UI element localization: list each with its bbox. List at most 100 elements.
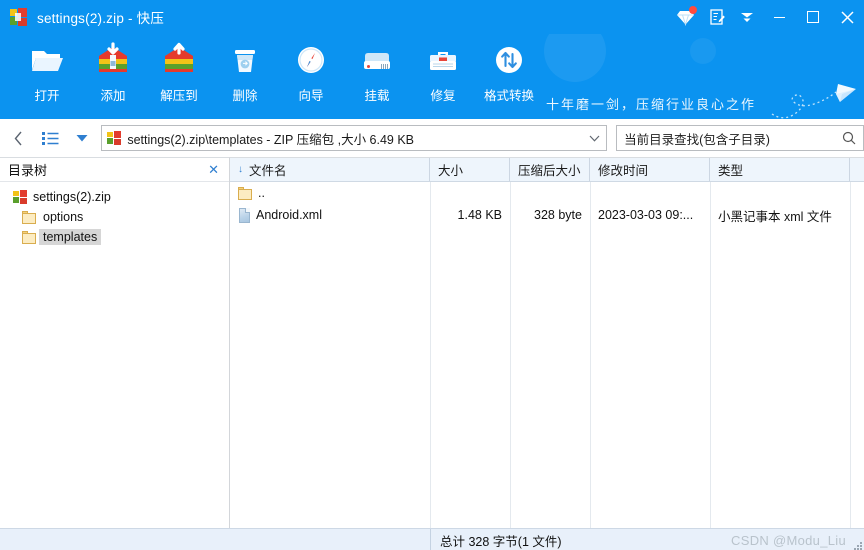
- tree-node-options[interactable]: options: [0, 207, 229, 227]
- cell-modified-time: 2023-03-03 09:...: [598, 208, 694, 222]
- search-input[interactable]: 当前目录查找(包含子目录): [616, 125, 864, 151]
- table-row[interactable]: Android.xml 1.48 KB 328 byte 2023-03-03 …: [230, 204, 864, 226]
- zip-archive-icon: [13, 190, 27, 204]
- cell-name: Android.xml: [230, 204, 430, 226]
- mount-disk-icon: [357, 40, 397, 80]
- column-divider: [510, 182, 511, 530]
- file-name-label: ..: [258, 186, 265, 200]
- toolbar-label: 修复: [430, 89, 456, 103]
- toolbar-label: 打开: [34, 89, 60, 103]
- file-list-panel: ↓ 文件名 大小 压缩后大小 修改时间 类型 .. Android.xml 1.…: [230, 157, 864, 530]
- toolbox-repair-icon: [423, 40, 463, 80]
- table-row[interactable]: ..: [230, 182, 864, 204]
- column-divider: [850, 182, 851, 530]
- feedback-note-icon[interactable]: [702, 0, 732, 34]
- folder-up-icon: [238, 186, 253, 200]
- zip-archive-icon: [107, 131, 122, 145]
- tree-node-templates[interactable]: templates: [0, 227, 229, 247]
- cell-name: ..: [230, 182, 430, 204]
- toolbar-label: 添加: [100, 89, 126, 103]
- toolbar-label: 解压到: [160, 89, 198, 103]
- extract-archive-icon: [159, 40, 199, 80]
- back-chevron-icon[interactable]: [6, 125, 32, 151]
- toolbar-button-repair[interactable]: 修复: [410, 34, 476, 118]
- kuaiya-archive-window: settings(2).zip - 快压 打开 添加 解压到 删除 向导 挂载 …: [0, 0, 864, 550]
- toolbar-decoration-circle-small: [690, 38, 716, 64]
- column-header-name[interactable]: ↓ 文件名: [230, 158, 430, 181]
- toolbar-button-wizard[interactable]: 向导: [278, 34, 344, 118]
- maximize-button[interactable]: [796, 0, 830, 34]
- toolbar-button-open[interactable]: 打开: [14, 34, 80, 118]
- cell-modified-time: [590, 182, 710, 204]
- file-list-header: ↓ 文件名 大小 压缩后大小 修改时间 类型: [230, 158, 864, 182]
- toolbar-slogan: 十年磨一剑，压缩行业良心之作: [546, 97, 757, 112]
- search-placeholder: 当前目录查找(包含子目录): [624, 132, 770, 147]
- dropdown-triangle-icon[interactable]: [70, 125, 96, 151]
- xml-file-icon: [238, 207, 251, 223]
- directory-tree-panel: 目录树 ✕ settings(2).zip options templates: [0, 157, 230, 529]
- toolbar-label: 格式转换: [483, 89, 534, 103]
- column-divider: [710, 182, 711, 530]
- resize-grip[interactable]: [850, 538, 862, 550]
- toolbar-label: 向导: [298, 89, 324, 103]
- tree-node-label: settings(2).zip: [33, 190, 111, 204]
- trash-icon: [225, 40, 265, 80]
- path-text: settings(2).zip\templates - ZIP 压缩包 ,大小 …: [127, 132, 415, 147]
- column-divider: [590, 182, 591, 530]
- column-header-label: 文件名: [249, 164, 287, 178]
- column-header-filler: [850, 158, 864, 181]
- list-view-icon[interactable]: [38, 125, 64, 151]
- convert-arrows-icon: [489, 40, 529, 80]
- close-icon[interactable]: ✕: [208, 162, 219, 178]
- window-title: settings(2).zip - 快压: [37, 11, 165, 26]
- search-icon[interactable]: [842, 131, 856, 145]
- tree-node-archive-root[interactable]: settings(2).zip: [0, 187, 229, 207]
- toolbar-button-convert[interactable]: 格式转换: [476, 34, 542, 118]
- folder-icon: [22, 230, 37, 244]
- folder-icon: [22, 210, 37, 224]
- cell-size: [430, 182, 510, 204]
- watermark-label: CSDN @Modu_Liu: [731, 532, 846, 548]
- tree-node-label: options: [43, 210, 84, 224]
- main-toolbar: 打开 添加 解压到 删除 向导 挂载 修复 格式转换 十年磨一剑，压缩行业良心之…: [0, 34, 864, 119]
- sort-arrow-icon: ↓: [238, 164, 243, 175]
- address-bar: settings(2).zip\templates - ZIP 压缩包 ,大小 …: [0, 119, 864, 157]
- open-folder-icon: [27, 40, 67, 80]
- cell-type: 小黑记事本 xml 文件: [718, 209, 832, 224]
- cell-type: [710, 182, 850, 204]
- column-header-type[interactable]: 类型: [710, 158, 850, 181]
- tree-node-list: settings(2).zip options templates: [0, 182, 229, 247]
- cell-size: 1.48 KB: [457, 208, 502, 222]
- path-input[interactable]: settings(2).zip\templates - ZIP 压缩包 ,大小 …: [101, 125, 608, 151]
- vip-notification-badge: [689, 6, 697, 14]
- tree-title: 目录树: [8, 163, 48, 178]
- file-list-body: .. Android.xml 1.48 KB 328 byte 2023-03-…: [230, 182, 864, 530]
- vip-diamond-icon[interactable]: [668, 0, 702, 34]
- toolbar-button-mount[interactable]: 挂载: [344, 34, 410, 118]
- toolbar-button-delete[interactable]: 删除: [212, 34, 278, 118]
- file-name-label: Android.xml: [256, 208, 322, 222]
- close-button[interactable]: [830, 0, 864, 34]
- add-archive-icon: [93, 40, 133, 80]
- toolbar-label: 挂载: [364, 89, 390, 103]
- tree-header: 目录树 ✕: [0, 158, 229, 182]
- column-header-label: 修改时间: [598, 164, 649, 178]
- tree-node-label: templates: [39, 229, 102, 245]
- column-header-size[interactable]: 大小: [430, 158, 510, 181]
- minimize-button[interactable]: [762, 0, 796, 34]
- column-header-label: 类型: [718, 164, 744, 178]
- menu-dropdown-icon[interactable]: [732, 0, 762, 34]
- column-header-compressed-size[interactable]: 压缩后大小: [510, 158, 590, 181]
- status-summary: 总计 328 字节(1 文件): [440, 534, 562, 549]
- status-bar: 总计 328 字节(1 文件) CSDN @Modu_Liu: [0, 528, 864, 550]
- app-icon: [10, 8, 28, 26]
- column-header-label: 压缩后大小: [518, 164, 581, 178]
- toolbar-button-extract[interactable]: 解压到: [146, 34, 212, 118]
- cell-compressed-size: [510, 182, 590, 204]
- column-header-modified-time[interactable]: 修改时间: [590, 158, 710, 181]
- toolbar-button-add[interactable]: 添加: [80, 34, 146, 118]
- column-header-label: 大小: [438, 164, 464, 178]
- window-controls: [668, 0, 864, 34]
- toolbar-label: 删除: [232, 89, 258, 103]
- chevron-down-icon[interactable]: [589, 135, 600, 142]
